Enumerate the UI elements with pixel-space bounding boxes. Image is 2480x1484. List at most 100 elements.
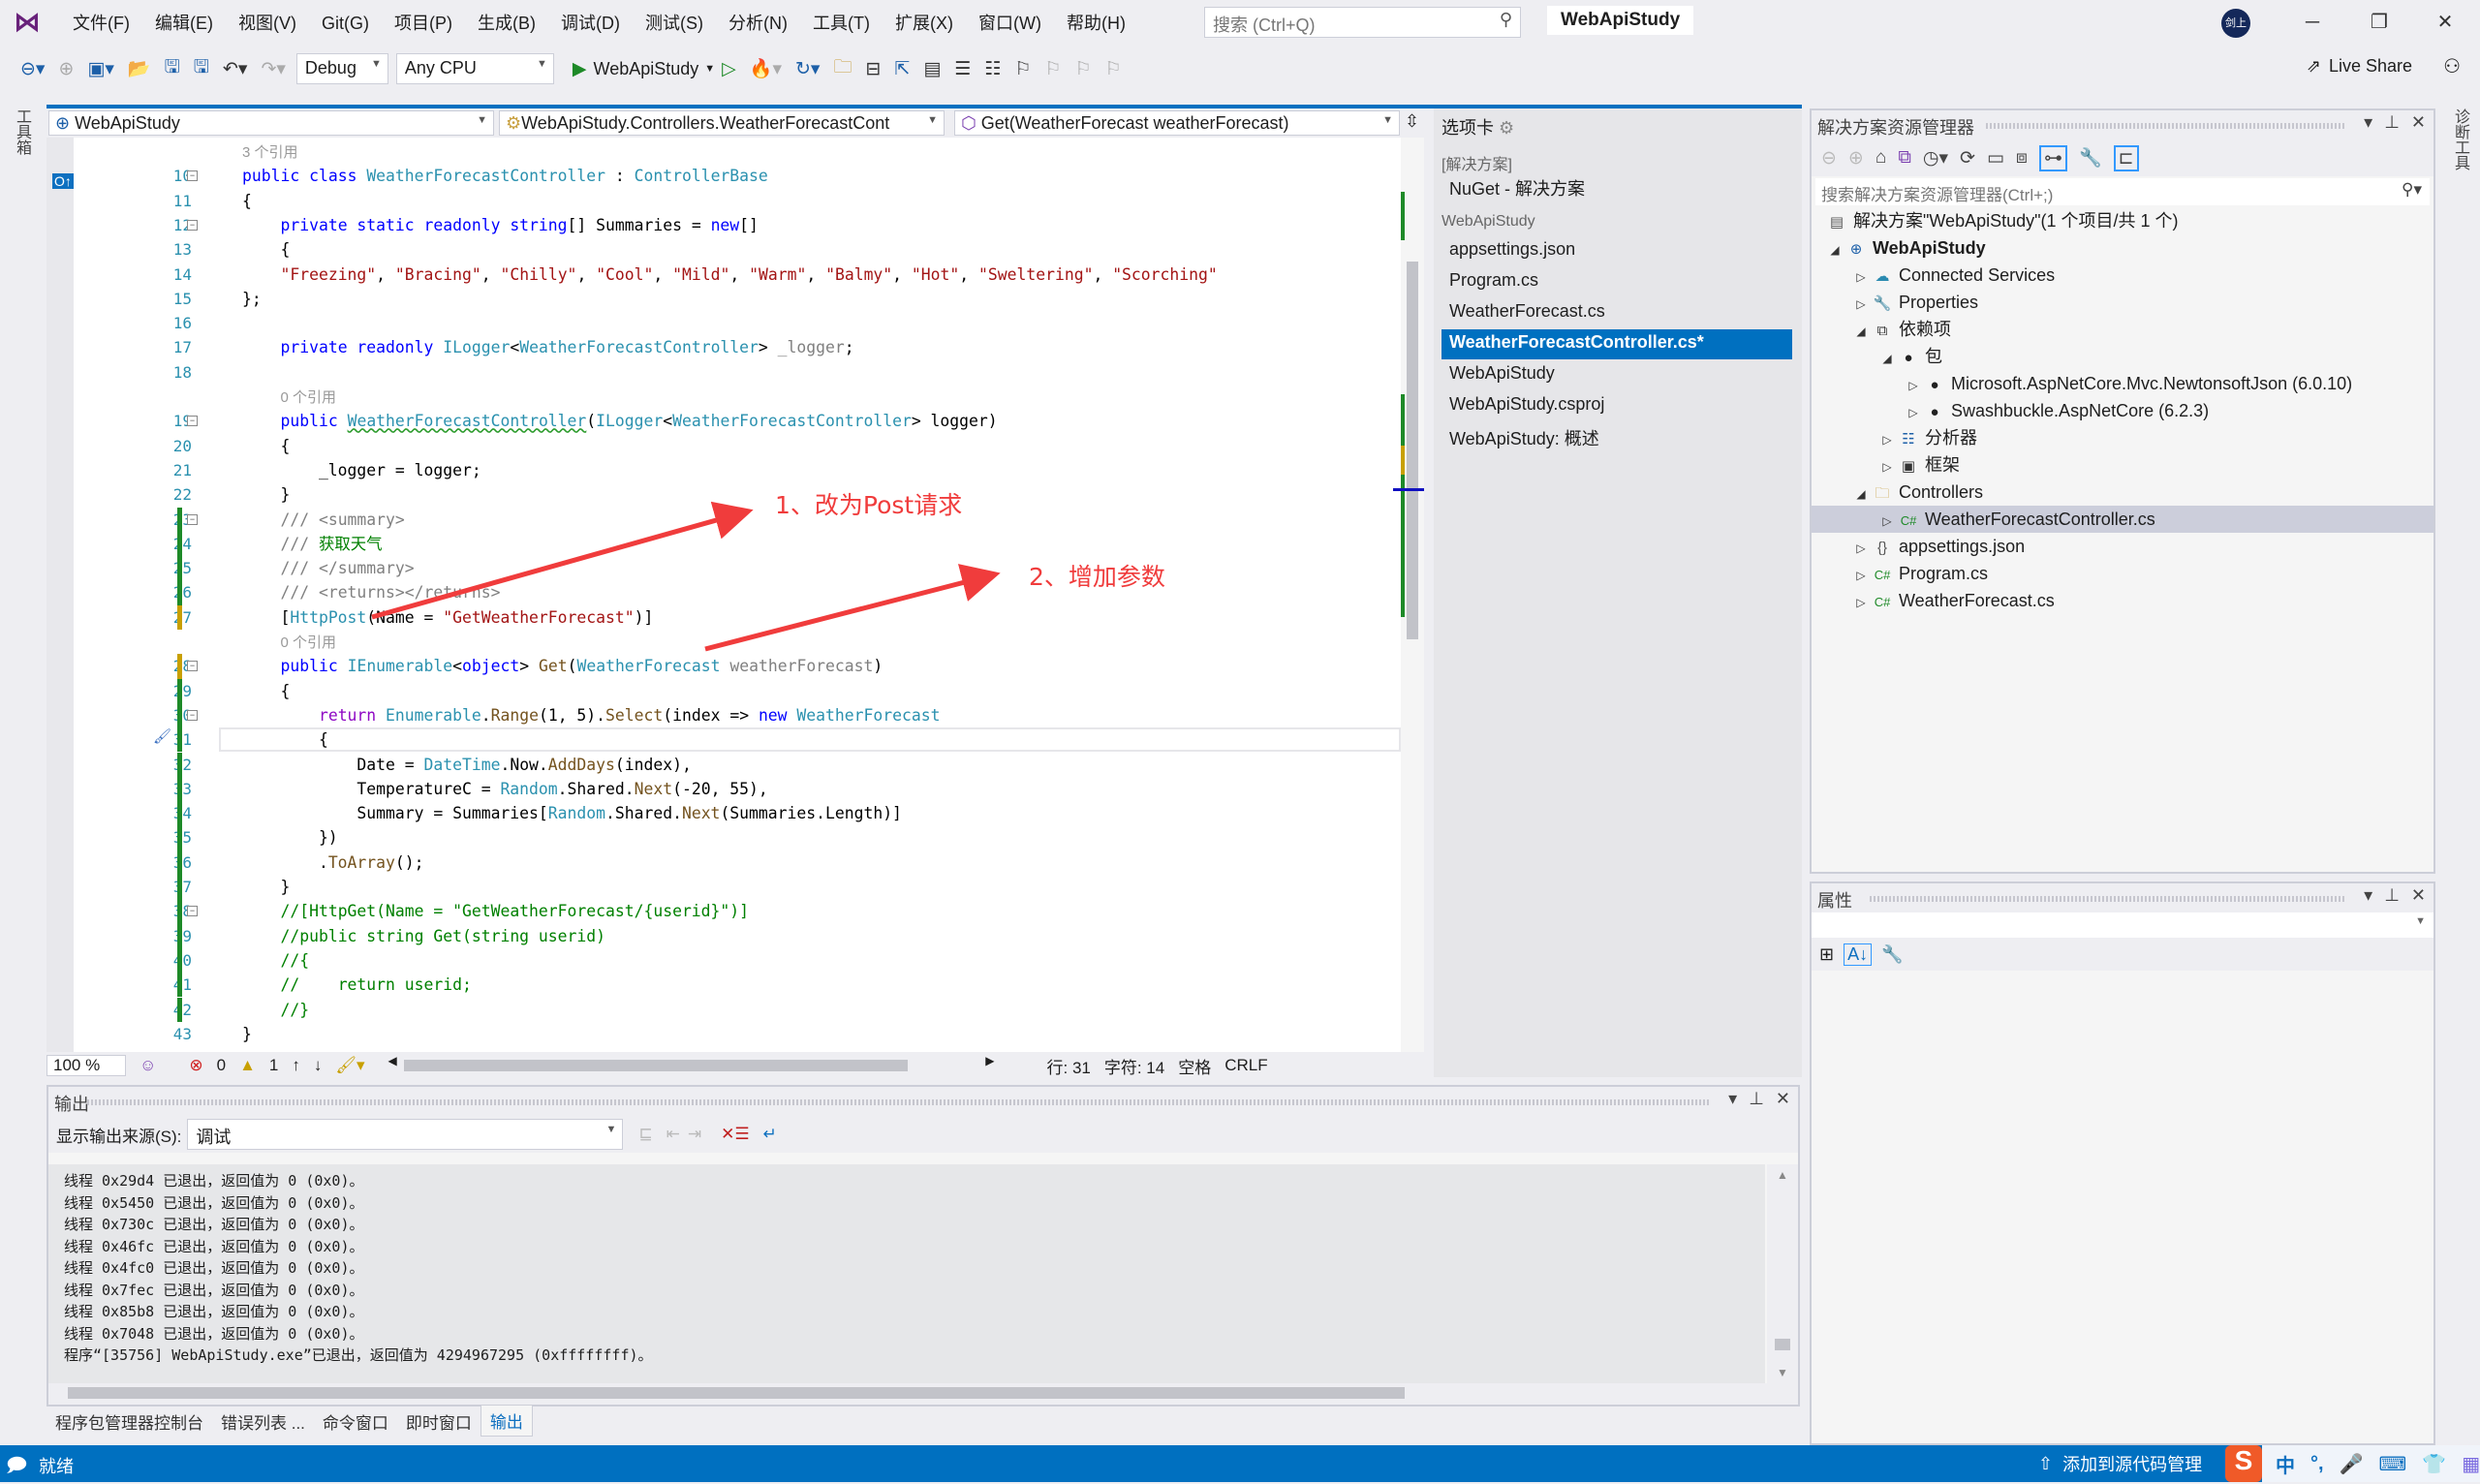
tree-item[interactable]: ◢ ● 包 — [1812, 343, 2434, 370]
previous-message-icon[interactable]: ⇤ — [666, 1125, 680, 1144]
close-icon[interactable]: ✕ — [2411, 885, 2426, 905]
pin-icon[interactable]: ⊥ — [2384, 885, 2400, 905]
menu-analyze[interactable]: 分析(N) — [716, 0, 800, 46]
output-vertical-scrollbar[interactable]: ▲ ▼ — [1767, 1164, 1798, 1383]
preview-selected-icon[interactable]: ⊏ — [2113, 144, 2139, 171]
expanded-arrow-icon[interactable]: ◢ — [1825, 236, 1844, 263]
menu-window[interactable]: 窗口(W) — [966, 0, 1054, 46]
uncomment-icon[interactable]: ☷ — [977, 58, 1008, 80]
back-icon[interactable]: ⊖▾ — [14, 58, 51, 80]
properties-wrench-icon[interactable]: 🔧 — [2079, 146, 2102, 170]
find-message-icon[interactable]: ⊑ — [638, 1125, 652, 1144]
line-ending-indicator[interactable]: CRLF — [1224, 1056, 1267, 1075]
tree-item[interactable]: ▷ C# WeatherForecast.cs — [1812, 587, 2434, 614]
tree-item[interactable]: ◢ 🗀 Controllers — [1812, 479, 2434, 506]
scrollbar-thumb[interactable] — [1407, 262, 1418, 639]
collapsed-arrow-icon[interactable]: ▷ — [1877, 426, 1897, 453]
next-message-icon[interactable]: ⇥ — [688, 1125, 701, 1144]
add-to-source-control-button[interactable]: ⇧ 添加到源代码管理 — [2038, 1451, 2202, 1476]
warning-count[interactable]: 1 — [269, 1056, 278, 1075]
tab-item[interactable]: WeatherForecast.cs — [1442, 298, 1792, 328]
warning-icon[interactable]: ▲ — [239, 1056, 256, 1075]
menu-test[interactable]: 测试(S) — [633, 0, 716, 46]
tab-immediate-window[interactable]: 即时窗口 — [397, 1407, 480, 1437]
tab-item-selected[interactable]: WeatherForecastController.cs* — [1442, 329, 1792, 359]
refresh-icon[interactable]: ↻▾ — [789, 58, 826, 80]
tree-item[interactable]: ▤ 解决方案"WebApiStudy"(1 个项目/共 1 个) — [1812, 207, 2434, 234]
collapsed-arrow-icon[interactable]: ▷ — [1851, 535, 1871, 562]
class-dropdown[interactable]: ⚙WebApiStudy.Controllers.WeatherForecast… — [499, 110, 945, 136]
redo-icon[interactable]: ↷▾ — [254, 58, 292, 80]
scrollbar-thumb[interactable] — [1775, 1339, 1790, 1350]
expanded-arrow-icon[interactable]: ◢ — [1877, 345, 1897, 372]
split-editor-icon[interactable]: ⇳ — [1405, 111, 1419, 132]
expanded-arrow-icon[interactable]: ◢ — [1851, 318, 1871, 345]
alphabetical-sort-icon[interactable]: A↓ — [1844, 943, 1873, 966]
tree-item[interactable]: ◢ ⊕ WebApiStudy — [1812, 234, 2434, 262]
menu-project[interactable]: 项目(P) — [382, 0, 465, 46]
start-without-debugging-icon[interactable]: ▷ — [715, 58, 743, 80]
drag-handle[interactable] — [1870, 896, 2346, 902]
pin-icon[interactable]: ⊥ — [2384, 112, 2400, 132]
whitespace-indicator[interactable]: 空格 — [1178, 1054, 1211, 1078]
menu-edit[interactable]: 编辑(E) — [142, 0, 226, 46]
collapsed-arrow-icon[interactable]: ▷ — [1904, 399, 1923, 426]
collapsed-arrow-icon[interactable]: ▷ — [1877, 453, 1897, 480]
live-share-button[interactable]: ⇗ Live Share — [2307, 56, 2412, 77]
search-icon[interactable]: ⚲ — [1500, 10, 1512, 30]
tab-item[interactable]: Program.cs — [1442, 267, 1792, 297]
home-icon[interactable]: ⌂ — [1876, 147, 1886, 169]
minimize-button[interactable]: ─ — [2293, 6, 2332, 39]
clear-bookmarks-icon[interactable]: ⚐ — [1099, 58, 1129, 80]
tree-item[interactable]: ▷ ● Microsoft.AspNetCore.Mvc.NewtonsoftJs… — [1812, 370, 2434, 397]
dropdown-icon[interactable]: ▾ — [2364, 885, 2372, 905]
editor-horizontal-scrollbar[interactable]: ◀ ▶ — [388, 1054, 1008, 1073]
ime-chinese-mode[interactable]: 中 — [2276, 1450, 2295, 1478]
platform-dropdown[interactable]: Any CPU ▼ — [395, 53, 554, 84]
drag-handle[interactable] — [87, 1099, 1711, 1105]
feedback-icon[interactable]: ⚇ — [2443, 54, 2461, 78]
collapsed-arrow-icon[interactable]: ▷ — [1851, 589, 1871, 616]
close-icon[interactable]: ✕ — [1776, 1089, 1790, 1108]
hot-reload-icon[interactable]: 🔥▾ — [743, 57, 789, 80]
keyboard-icon[interactable]: ⌨ — [2378, 1452, 2406, 1476]
apps-icon[interactable]: ▦ — [2462, 1452, 2480, 1476]
notification-icon[interactable]: 🗩 — [6, 1451, 27, 1484]
find-in-files-icon[interactable]: 🗀 — [826, 53, 858, 84]
comment-icon[interactable]: ☰ — [947, 58, 977, 80]
tree-item[interactable]: ▷ ☁ Connected Services — [1812, 262, 2434, 289]
collapsed-arrow-icon[interactable]: ▷ — [1877, 508, 1897, 535]
tab-item[interactable]: WebApiStudy — [1442, 360, 1792, 390]
error-count[interactable]: 0 — [217, 1056, 226, 1075]
save-icon[interactable]: 🖫 — [158, 53, 187, 84]
tab-item[interactable]: WebApiStudy: 概述 — [1442, 422, 1792, 452]
error-icon[interactable]: ⊗ — [189, 1056, 202, 1075]
close-icon[interactable]: ✕ — [2411, 112, 2426, 132]
pending-changes-icon[interactable]: ◷▾ — [1923, 147, 1948, 170]
visual-studio-logo-icon[interactable]: ⋈ — [14, 8, 46, 37]
code-editor[interactable]: O↑ 3 个引用 10− public class WeatherForecastC… — [46, 138, 1401, 1052]
show-all-files-icon[interactable]: ⧈ — [2016, 147, 2028, 169]
dropdown-icon[interactable]: ▾ — [1728, 1089, 1737, 1108]
prev-bookmark-icon[interactable]: ⚐ — [1038, 58, 1068, 80]
project-dropdown[interactable]: ⊕ WebApiStudy ▼ — [48, 110, 494, 136]
expanded-arrow-icon[interactable]: ◢ — [1851, 480, 1871, 508]
next-bookmark-icon[interactable]: ⚐ — [1068, 58, 1098, 80]
bookmark-icon[interactable]: ⚐ — [1008, 58, 1038, 80]
output-text[interactable]: 线程 0x29d4 已退出，返回值为 0 (0x0)。 线程 0x5450 已退出… — [48, 1164, 1765, 1383]
switch-views-icon[interactable]: ⧉ — [1898, 147, 1911, 169]
microphone-icon[interactable]: 🎤 — [2340, 1452, 2364, 1476]
editor-vertical-scrollbar[interactable] — [1393, 138, 1424, 1052]
menu-build[interactable]: 生成(B) — [465, 0, 548, 46]
scrollbar-thumb[interactable] — [68, 1387, 1405, 1399]
tree-item[interactable]: ▷ 🔧 Properties — [1812, 289, 2434, 316]
tab-item[interactable]: NuGet - 解决方案 — [1442, 172, 1792, 202]
menu-extensions[interactable]: 扩展(X) — [883, 0, 966, 46]
search-input[interactable]: 搜索 (Ctrl+Q) ⚲ — [1204, 7, 1521, 38]
tree-item[interactable]: ▷ ▣ 框架 — [1812, 451, 2434, 479]
run-button[interactable]: ▶ WebApiStudy ▼ — [566, 58, 715, 80]
object-selector-dropdown[interactable]: ▼ — [1812, 912, 2434, 938]
menu-tools[interactable]: 工具(T) — [800, 0, 883, 46]
tab-item[interactable]: WebApiStudy.csproj — [1442, 391, 1792, 421]
undo-icon[interactable]: ↶▾ — [216, 58, 254, 80]
